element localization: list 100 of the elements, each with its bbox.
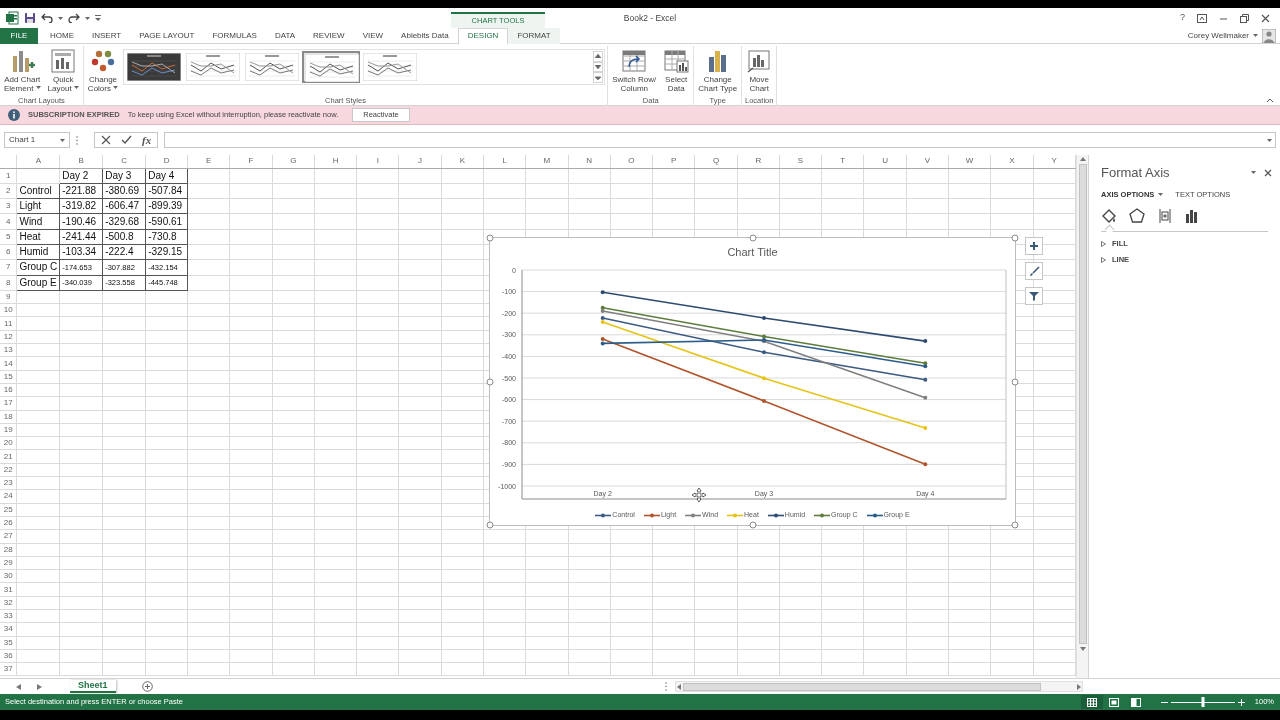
column-header[interactable]: V xyxy=(906,155,949,168)
chart-style-thumbnail[interactable] xyxy=(243,51,302,83)
resize-handle[interactable] xyxy=(486,521,494,529)
caret-icon[interactable] xyxy=(1158,193,1164,197)
row-header[interactable]: 32 xyxy=(0,596,17,610)
insert-function-button[interactable]: fx xyxy=(142,133,152,147)
column-header[interactable]: Q xyxy=(694,155,738,168)
slider-thumb[interactable] xyxy=(1201,697,1205,707)
ribbon-display-icon[interactable] xyxy=(1197,13,1207,23)
undo-icon[interactable] xyxy=(41,13,53,23)
ribbon-tab[interactable]: HOME xyxy=(41,28,83,44)
column-header[interactable]: R xyxy=(737,155,780,168)
row-header[interactable]: 1 xyxy=(0,168,17,184)
column-header[interactable]: F xyxy=(229,155,273,168)
resize-handle[interactable] xyxy=(1011,378,1019,385)
redo-icon[interactable] xyxy=(68,13,80,23)
column-header[interactable]: O xyxy=(610,155,653,168)
row-header[interactable]: 12 xyxy=(0,330,17,344)
chart-style-thumbnail[interactable] xyxy=(302,51,361,83)
row-header[interactable]: 7 xyxy=(0,259,17,276)
row-header[interactable]: 8 xyxy=(0,275,17,291)
column-header[interactable]: M xyxy=(525,155,569,168)
column-header[interactable]: I xyxy=(356,155,399,168)
row-header[interactable]: 21 xyxy=(0,449,17,464)
row-header[interactable]: 6 xyxy=(0,244,17,260)
horizontal-scrollbar[interactable] xyxy=(674,681,1083,692)
column-header[interactable]: T xyxy=(821,155,864,168)
row-header[interactable]: 3 xyxy=(0,198,17,214)
row-header[interactable]: 36 xyxy=(0,649,17,663)
chart-style-thumbnail[interactable] xyxy=(125,51,184,83)
select-data-button[interactable]: Select Data xyxy=(661,46,692,94)
caret-icon[interactable] xyxy=(1267,138,1272,142)
row-header[interactable]: 24 xyxy=(0,489,17,504)
caret-icon[interactable] xyxy=(1251,171,1256,175)
column-header[interactable]: K xyxy=(441,155,484,168)
column-header[interactable]: E xyxy=(187,155,230,168)
caret-icon[interactable] xyxy=(73,86,79,90)
row-header[interactable]: 16 xyxy=(0,383,17,397)
column-header[interactable]: A xyxy=(16,155,60,168)
customize-icon[interactable] xyxy=(95,15,101,21)
resize-handle[interactable] xyxy=(486,378,494,385)
app-logo-icon[interactable] xyxy=(5,11,19,25)
ribbon-tab[interactable]: FILE xyxy=(0,28,38,44)
row-header[interactable]: 26 xyxy=(0,516,17,530)
column-header[interactable]: U xyxy=(863,155,907,168)
previous-sheet-icon[interactable] xyxy=(16,683,21,690)
column-header[interactable]: J xyxy=(398,155,442,168)
name-box[interactable]: Chart 1 xyxy=(4,132,70,148)
column-header[interactable]: W xyxy=(948,155,991,168)
column-header[interactable]: X xyxy=(990,155,1033,168)
caret-icon[interactable] xyxy=(58,16,63,20)
chart-elements-button[interactable] xyxy=(1025,237,1043,255)
row-header[interactable]: 14 xyxy=(0,356,17,371)
add-sheet-icon[interactable] xyxy=(141,681,153,692)
cancel-icon[interactable] xyxy=(101,135,111,145)
restore-icon[interactable] xyxy=(1240,13,1249,23)
row-header[interactable]: 20 xyxy=(0,436,17,450)
zoom-in-icon[interactable] xyxy=(1237,698,1245,706)
row-header[interactable]: 22 xyxy=(0,463,17,477)
row-header[interactable]: 17 xyxy=(0,396,17,411)
resize-handle[interactable] xyxy=(1011,521,1019,529)
gallery-up-button[interactable] xyxy=(593,51,604,62)
column-header[interactable]: C xyxy=(102,155,146,168)
ribbon-tab[interactable]: VIEW xyxy=(353,28,393,44)
row-header[interactable]: 15 xyxy=(0,370,17,384)
chart-style-thumbnail[interactable] xyxy=(184,51,243,83)
row-header[interactable]: 10 xyxy=(0,303,17,317)
row-header[interactable]: 2 xyxy=(0,183,17,199)
pane-icon-tab[interactable] xyxy=(1157,206,1173,225)
row-header[interactable]: 29 xyxy=(0,556,17,570)
move-chart-button[interactable]: Move Chart xyxy=(744,46,775,94)
vertical-scrollbar[interactable] xyxy=(1076,155,1088,678)
column-header[interactable]: P xyxy=(652,155,695,168)
scroll-up-icon[interactable] xyxy=(1079,157,1086,161)
sheet-tab[interactable]: Sheet1 xyxy=(70,679,116,694)
row-header[interactable]: 33 xyxy=(0,609,17,623)
splitter-handle-icon[interactable] xyxy=(664,682,667,691)
ribbon-tab[interactable]: DATA xyxy=(265,28,305,44)
column-header[interactable]: D xyxy=(145,155,188,168)
switch-row-column-button[interactable]: Switch Row/ Column xyxy=(610,46,659,94)
check-icon[interactable] xyxy=(121,135,132,145)
resize-handle[interactable] xyxy=(749,234,756,242)
chart-styles-button[interactable] xyxy=(1025,262,1043,280)
row-header[interactable]: 23 xyxy=(0,476,17,490)
scroll-right-icon[interactable] xyxy=(1076,683,1081,690)
column-header[interactable]: N xyxy=(568,155,611,168)
scrollbar-thumb[interactable] xyxy=(1078,164,1087,644)
row-header[interactable]: 31 xyxy=(0,582,17,597)
user-name[interactable]: Corey Wellmaker xyxy=(1187,29,1249,42)
help-button[interactable]: ? xyxy=(1180,13,1185,23)
ribbon-tab[interactable]: REVIEW xyxy=(304,28,354,44)
row-header[interactable]: 25 xyxy=(0,503,17,517)
row-header[interactable]: 30 xyxy=(0,569,17,583)
user-avatar-icon[interactable] xyxy=(1262,28,1276,43)
chart-filters-button[interactable] xyxy=(1025,287,1043,305)
change-chart-type-button[interactable]: Change Chart Type xyxy=(696,46,740,94)
collapse-ribbon-icon[interactable] xyxy=(1266,98,1274,103)
row-header[interactable]: 13 xyxy=(0,343,17,357)
resize-handle[interactable] xyxy=(486,234,494,242)
caret-icon[interactable] xyxy=(1253,34,1258,37)
